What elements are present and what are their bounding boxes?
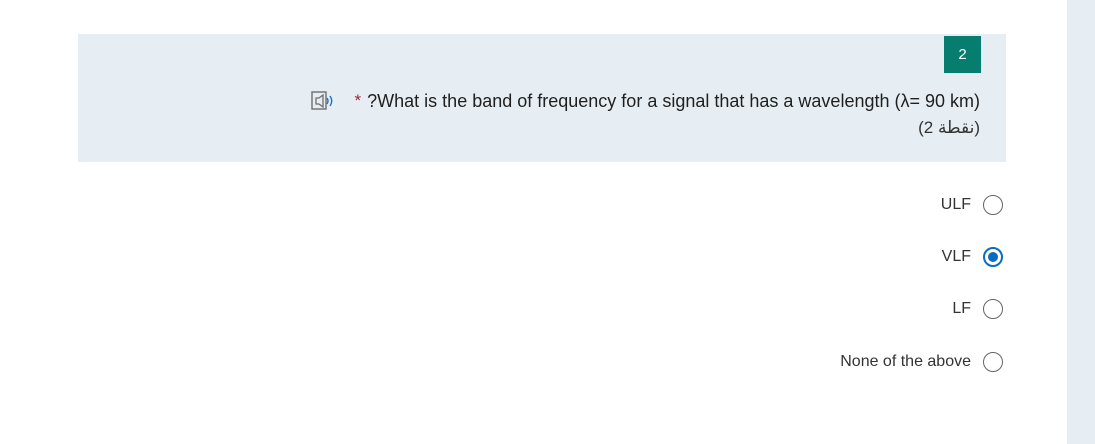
question-number-badge: 2 [944, 36, 981, 73]
form-card: 2 * ?What is the band of frequency for a… [0, 0, 1067, 444]
radio-button[interactable] [983, 352, 1003, 372]
required-marker: * [354, 91, 362, 110]
question-header: 2 * ?What is the band of frequency for a… [78, 34, 1006, 162]
option-none-of-the-above[interactable]: None of the above [840, 350, 1003, 374]
option-label: LF [952, 300, 971, 317]
option-vlf[interactable]: VLF [942, 245, 1003, 269]
immersive-reader-icon[interactable] [310, 90, 341, 112]
question-title-row: * ?What is the band of frequency for a s… [310, 89, 980, 113]
radio-button-selected[interactable] [983, 247, 1003, 267]
option-label: None of the above [840, 353, 971, 370]
option-ulf[interactable]: ULF [941, 193, 1003, 217]
option-label: ULF [940, 196, 971, 213]
question-points: (2 نقطة) [918, 118, 980, 137]
question-title: ?What is the band of frequency for a sig… [367, 90, 980, 111]
radio-button[interactable] [983, 195, 1003, 215]
radio-button[interactable] [983, 299, 1003, 319]
option-label: VLF [941, 248, 971, 265]
option-lf[interactable]: LF [952, 297, 1003, 321]
